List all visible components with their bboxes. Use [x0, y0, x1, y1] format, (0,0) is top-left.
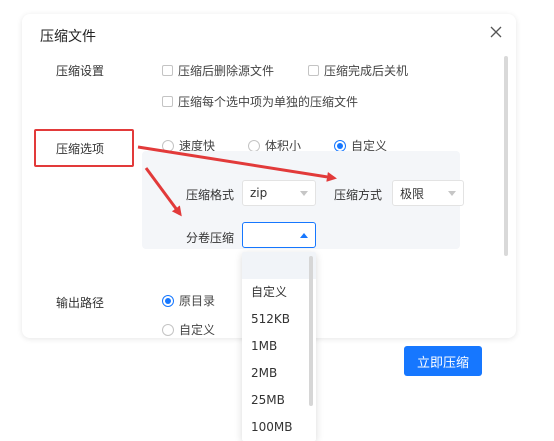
radio-dot[interactable]: [248, 139, 260, 152]
dialog-scrollbar[interactable]: [504, 56, 510, 256]
checkbox-label: 压缩后删除源文件: [178, 64, 275, 78]
checkbox-label: 压缩每个选中项为单独的压缩文件: [178, 95, 359, 109]
dropdown-item[interactable]: 25MB: [242, 387, 316, 414]
checkbox-box[interactable]: [308, 65, 319, 76]
dropdown-scrollbar[interactable]: [309, 256, 313, 406]
checkbox-separate-archives[interactable]: 压缩每个选中项为单独的压缩文件: [162, 93, 358, 110]
checkbox-delete-source[interactable]: 压缩后删除源文件: [162, 62, 274, 79]
split-label: 分卷压缩: [186, 231, 235, 245]
chevron-down-icon: [300, 191, 308, 196]
dropdown-item[interactable]: 1MB: [242, 333, 316, 360]
chevron-down-icon: [448, 191, 456, 196]
compress-now-button[interactable]: 立即压缩: [404, 346, 482, 376]
dropdown-item[interactable]: 2MB: [242, 360, 316, 387]
format-value: zip: [250, 186, 268, 200]
settings-label: 压缩设置: [56, 64, 105, 78]
dialog-title: 压缩文件: [40, 29, 96, 45]
radio-dot[interactable]: [162, 294, 174, 307]
format-label: 压缩格式: [186, 188, 235, 202]
split-select[interactable]: [242, 222, 316, 248]
chevron-up-icon: [300, 233, 308, 238]
dropdown-item[interactable]: 512KB: [242, 306, 316, 333]
output-label: 输出路径: [56, 296, 105, 310]
method-select[interactable]: 极限: [392, 180, 464, 206]
annotation-highlight-box: [34, 129, 134, 167]
radio-label: 自定义: [179, 323, 216, 337]
checkbox-box[interactable]: [162, 65, 173, 76]
checkbox-shutdown[interactable]: 压缩完成后关机: [308, 62, 408, 79]
checkbox-box[interactable]: [162, 96, 173, 107]
radio-dot[interactable]: [334, 139, 346, 152]
split-dropdown: 自定义 512KB 1MB 2MB 25MB 100MB: [242, 252, 316, 441]
format-select[interactable]: zip: [242, 180, 316, 206]
dialog-scrollbar-thumb[interactable]: [504, 56, 508, 256]
dropdown-item[interactable]: 自定义: [242, 279, 316, 306]
method-value: 极限: [400, 186, 425, 201]
method-label: 压缩方式: [334, 188, 383, 202]
dropdown-item[interactable]: 100MB: [242, 414, 316, 441]
radio-custom-dir[interactable]: 自定义: [162, 321, 215, 338]
radio-dot[interactable]: [162, 139, 174, 152]
radio-label: 原目录: [179, 294, 216, 308]
checkbox-label: 压缩完成后关机: [324, 64, 409, 78]
radio-dot[interactable]: [162, 323, 174, 336]
radio-original-dir[interactable]: 原目录: [162, 292, 215, 309]
dropdown-item[interactable]: [242, 252, 316, 279]
close-icon[interactable]: [488, 24, 504, 40]
